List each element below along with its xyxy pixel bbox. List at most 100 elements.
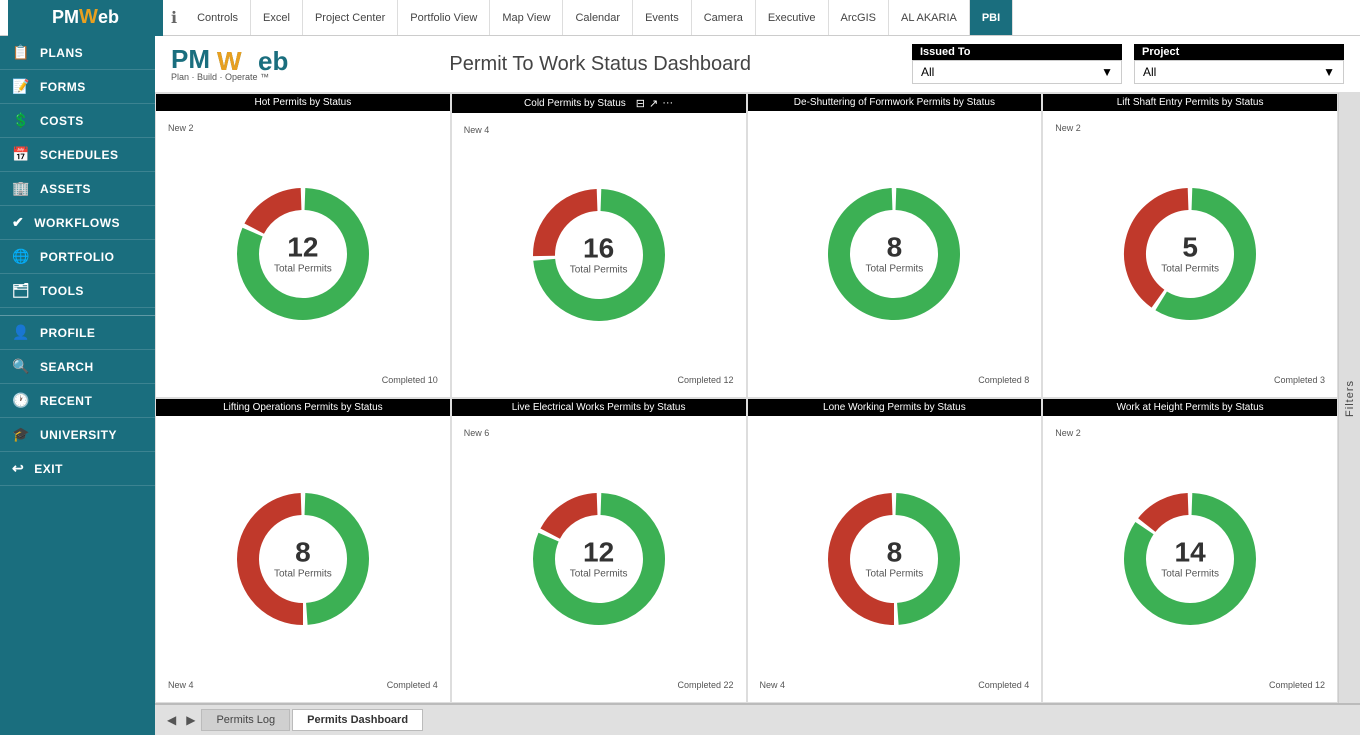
sidebar: 📋 PLANS 📝 FORMS 💲 COSTS 📅 SCHEDULES 🏢 AS… <box>0 36 155 735</box>
filters-panel[interactable]: Filters <box>1338 93 1360 703</box>
pmweb-logo: PM W W eb Plan · Build · Operate ™ <box>171 46 288 81</box>
app-logo: PMWeb <box>8 0 163 36</box>
workflows-icon: ✔ <box>12 214 24 231</box>
exit-icon: ↩ <box>12 460 24 477</box>
issued-to-select[interactable]: All ▼ <box>912 60 1122 84</box>
chart-annotation: New 4 <box>168 680 194 690</box>
nav-tab-pbi[interactable]: PBI <box>970 0 1013 35</box>
issued-to-filter[interactable]: Issued To All ▼ <box>912 44 1122 84</box>
assets-icon: 🏢 <box>12 180 30 197</box>
donut-number: 8 <box>865 234 923 262</box>
tab-permits-log[interactable]: Permits Log <box>201 709 290 731</box>
chart-body-2: 8 Total PermitsCompleted 8 <box>748 111 1042 397</box>
chart-body-3: 5 Total PermitsNew 2Completed 3 <box>1043 111 1337 397</box>
nav-tab-executive[interactable]: Executive <box>756 0 829 35</box>
more-icon[interactable]: ··· <box>662 97 673 110</box>
filters-panel-label: Filters <box>1344 380 1356 417</box>
tab-permits-dashboard[interactable]: Permits Dashboard <box>292 709 423 731</box>
sidebar-item-assets[interactable]: 🏢 ASSETS <box>0 172 155 206</box>
forms-icon: 📝 <box>12 78 30 95</box>
donut-label: Total Permits <box>274 569 332 580</box>
dashboard-title: Permit To Work Status Dashboard <box>304 53 896 76</box>
chart-cell-1: Cold Permits by Status⊟↗···16 Total Perm… <box>451 93 747 398</box>
issued-to-chevron: ▼ <box>1101 65 1113 79</box>
nav-tab-arcgis[interactable]: ArcGIS <box>829 0 889 35</box>
chart-cell-2: De-Shuttering of Formwork Permits by Sta… <box>747 93 1043 398</box>
project-filter[interactable]: Project All ▼ <box>1134 44 1344 84</box>
nav-tab-al-akaria[interactable]: AL AKARIA <box>889 0 970 35</box>
sidebar-item-workflows[interactable]: ✔ WORKFLOWS <box>0 206 155 240</box>
donut-number: 8 <box>274 539 332 567</box>
nav-tab-camera[interactable]: Camera <box>692 0 756 35</box>
sidebar-item-search[interactable]: 🔍 SEARCH <box>0 350 155 384</box>
chart-annotation: Completed 4 <box>387 680 438 690</box>
sidebar-item-costs[interactable]: 💲 COSTS <box>0 104 155 138</box>
sidebar-item-university[interactable]: 🎓 UNIVERSITY <box>0 418 155 452</box>
svg-text:W: W <box>217 46 242 74</box>
sidebar-item-schedules[interactable]: 📅 SCHEDULES <box>0 138 155 172</box>
top-navigation: PMWeb ℹ Controls Excel Project Center Po… <box>0 0 1360 36</box>
chart-annotation: New 6 <box>464 428 490 438</box>
project-select[interactable]: All ▼ <box>1134 60 1344 84</box>
donut-number: 12 <box>274 234 332 262</box>
chart-annotation: Completed 8 <box>978 375 1029 385</box>
chart-annotation: New 2 <box>1055 123 1081 133</box>
export-icon[interactable]: ↗ <box>649 97 658 110</box>
chart-header-icons-1[interactable]: ⊟ ↗ ··· <box>636 97 673 110</box>
chart-cell-3: Lift Shaft Entry Permits by Status5 Tota… <box>1042 93 1338 398</box>
nav-tab-events[interactable]: Events <box>633 0 692 35</box>
donut-number: 16 <box>570 235 628 263</box>
sidebar-item-recent[interactable]: 🕐 RECENT <box>0 384 155 418</box>
donut-label: Total Permits <box>1161 569 1219 580</box>
chart-cell-0: Hot Permits by Status 12 Total Permits New… <box>155 93 451 398</box>
chart-annotation: New 4 <box>760 680 786 690</box>
project-label: Project <box>1134 44 1344 60</box>
nav-tab-controls[interactable]: Controls <box>185 0 251 35</box>
filter-icon[interactable]: ⊟ <box>636 97 645 110</box>
sidebar-item-forms[interactable]: 📝 FORMS <box>0 70 155 104</box>
costs-icon: 💲 <box>12 112 30 129</box>
nav-tab-project-center[interactable]: Project Center <box>303 0 398 35</box>
nav-tab-calendar[interactable]: Calendar <box>563 0 633 35</box>
nav-prev[interactable]: ◀ <box>163 713 180 727</box>
donut-label: Total Permits <box>1161 264 1219 275</box>
donut-label: Total Permits <box>570 265 628 276</box>
info-icon[interactable]: ℹ <box>171 8 177 28</box>
donut-label: Total Permits <box>570 569 628 580</box>
content-header: PM W W eb Plan · Build · Operate ™ Permi… <box>155 36 1360 93</box>
profile-icon: 👤 <box>12 324 30 341</box>
recent-icon: 🕐 <box>12 392 30 409</box>
chart-header-1: Cold Permits by Status⊟↗··· <box>452 94 746 113</box>
chart-cell-5: Live Electrical Works Permits by Status1… <box>451 398 747 703</box>
chart-annotation: Completed 12 <box>1269 680 1325 690</box>
sidebar-item-exit[interactable]: ↩ EXIT <box>0 452 155 486</box>
donut-label: Total Permits <box>274 264 332 275</box>
chart-body-5: 12 Total PermitsNew 6Completed 22 <box>452 416 746 702</box>
chart-body-7: 14 Total PermitsNew 2Completed 12 <box>1043 416 1337 702</box>
chart-header-3: Lift Shaft Entry Permits by Status <box>1043 94 1337 111</box>
sidebar-item-portfolio[interactable]: 🌐 PORTFOLIO <box>0 240 155 274</box>
svg-text:eb: eb <box>258 46 288 74</box>
chart-cell-6: Lone Working Permits by Status 8 Total Pe… <box>747 398 1043 703</box>
chart-body-1: 16 Total PermitsNew 4Completed 12 <box>452 113 746 397</box>
donut-number: 8 <box>865 539 923 567</box>
chart-header-6: Lone Working Permits by Status <box>748 399 1042 416</box>
chart-header-4: Lifting Operations Permits by Status <box>156 399 450 416</box>
nav-tab-excel[interactable]: Excel <box>251 0 303 35</box>
sidebar-item-plans[interactable]: 📋 PLANS <box>0 36 155 70</box>
chart-header-0: Hot Permits by Status <box>156 94 450 111</box>
chart-body-4: 8 Total Permits New 4 Completed 4 <box>156 416 450 702</box>
nav-tab-portfolio-view[interactable]: Portfolio View <box>398 0 490 35</box>
sidebar-item-tools[interactable]: 🗂 TOOLS <box>0 274 155 308</box>
chart-annotation: Completed 3 <box>1274 375 1325 385</box>
nav-next[interactable]: ▶ <box>182 713 199 727</box>
chart-annotation: Completed 22 <box>677 680 733 690</box>
chart-annotation: New 2 <box>168 123 194 133</box>
tools-icon: 🗂 <box>12 282 30 299</box>
chart-header-5: Live Electrical Works Permits by Status <box>452 399 746 416</box>
donut-label: Total Permits <box>865 569 923 580</box>
nav-tab-map-view[interactable]: Map View <box>490 0 563 35</box>
chart-body-0: 12 Total PermitsNew 2Completed 10 <box>156 111 450 397</box>
bottom-tabs-bar: ◀ ▶ Permits Log Permits Dashboard <box>155 703 1360 735</box>
sidebar-item-profile[interactable]: 👤 PROFILE <box>0 316 155 350</box>
